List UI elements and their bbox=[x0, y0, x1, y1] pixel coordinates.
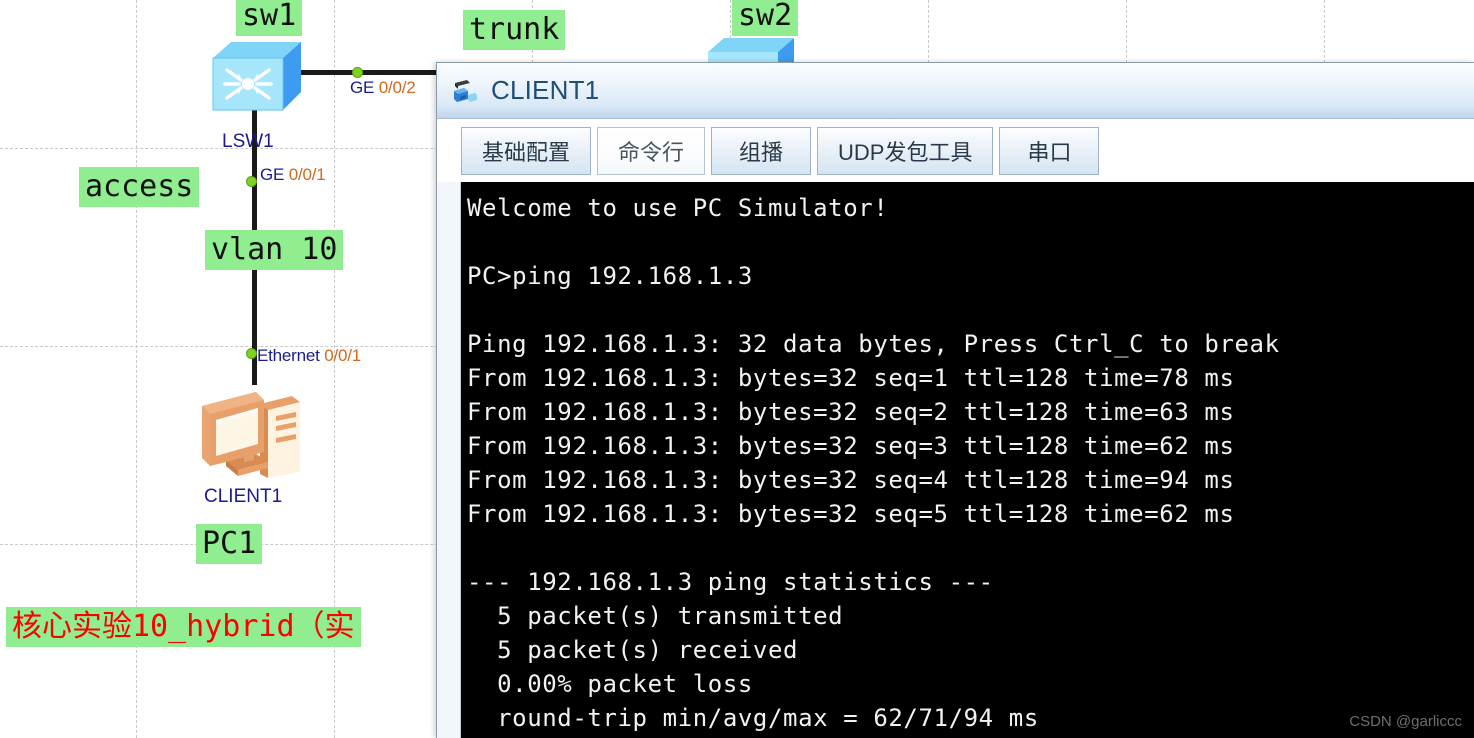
note-sw1[interactable]: sw1 bbox=[236, 0, 303, 36]
screen: GE 0/0/2 GE 0/0/1 Ethernet 0/0/1 LSW1 CL… bbox=[0, 0, 1474, 738]
pc-icon-client1[interactable] bbox=[196, 378, 312, 487]
note-trunk[interactable]: trunk bbox=[463, 10, 566, 50]
terminal-line: Welcome to use PC Simulator! bbox=[467, 194, 889, 222]
port-label-ge-0-0-2: GE 0/0/2 bbox=[350, 78, 416, 97]
terminal-line: 0.00% packet loss bbox=[467, 670, 753, 698]
terminal-line: --- 192.168.1.3 ping statistics --- bbox=[467, 568, 994, 596]
port-dot-ge-0-0-1[interactable] bbox=[246, 176, 257, 187]
terminal-line: From 192.168.1.3: bytes=32 seq=2 ttl=128… bbox=[467, 398, 1235, 426]
tab-strip[interactable]: 基础配置 命令行 组播 UDP发包工具 串口 bbox=[437, 119, 1474, 175]
window-left-gutter bbox=[437, 182, 461, 738]
port-label-ge-0-0-1: GE 0/0/1 bbox=[260, 165, 326, 184]
note-pc1[interactable]: PC1 bbox=[196, 524, 263, 564]
tab-udp-tool[interactable]: UDP发包工具 bbox=[817, 127, 994, 175]
window-titlebar[interactable]: CLIENT1 bbox=[437, 63, 1474, 119]
terminal-line: 5 packet(s) transmitted bbox=[467, 602, 844, 630]
tab-label: 组播 bbox=[739, 140, 784, 165]
terminal-line: round-trip min/avg/max = 62/71/94 ms bbox=[467, 704, 1039, 732]
tab-label: 基础配置 bbox=[482, 140, 571, 165]
pc-simulator-icon bbox=[451, 77, 481, 107]
csdn-watermark: CSDN @garliccc bbox=[1349, 713, 1462, 730]
port-dot-ethernet-0-0-1[interactable] bbox=[246, 348, 257, 359]
note-experiment-title[interactable]: 核心实验10_hybrid（实 bbox=[6, 607, 361, 647]
tab-multicast[interactable]: 组播 bbox=[711, 127, 812, 175]
tab-basic-config[interactable]: 基础配置 bbox=[461, 127, 592, 175]
terminal-line: From 192.168.1.3: bytes=32 seq=4 ttl=128… bbox=[467, 466, 1235, 494]
computer-icon bbox=[202, 392, 300, 478]
terminal-line: From 192.168.1.3: bytes=32 seq=1 ttl=128… bbox=[467, 364, 1235, 392]
client1-window[interactable]: CLIENT1 基础配置 命令行 组播 UDP发包工具 串口 Welcome t… bbox=[436, 62, 1474, 738]
tab-serial-port[interactable]: 串口 bbox=[999, 127, 1100, 175]
terminal-line: From 192.168.1.3: bytes=32 seq=3 ttl=128… bbox=[467, 432, 1235, 460]
terminal-line: 5 packet(s) received bbox=[467, 636, 799, 664]
port-dot-ge-0-0-2[interactable] bbox=[352, 67, 363, 78]
note-vlan10[interactable]: vlan 10 bbox=[205, 230, 344, 270]
tab-label: 串口 bbox=[1027, 140, 1072, 165]
terminal-line: PC>ping 192.168.1.3 bbox=[467, 262, 753, 290]
tab-label: 命令行 bbox=[618, 140, 685, 165]
tab-command-line[interactable]: 命令行 bbox=[597, 127, 706, 175]
window-title: CLIENT1 bbox=[491, 75, 600, 105]
note-sw2[interactable]: sw2 bbox=[732, 0, 799, 36]
terminal-output[interactable]: Welcome to use PC Simulator! PC>ping 192.… bbox=[461, 182, 1474, 738]
port-label-ethernet-0-0-1: Ethernet 0/0/1 bbox=[257, 346, 362, 365]
terminal-line: From 192.168.1.3: bytes=32 seq=5 ttl=128… bbox=[467, 500, 1235, 528]
tab-label: UDP发包工具 bbox=[838, 140, 973, 165]
switch-icon-lsw1[interactable] bbox=[205, 30, 305, 125]
note-access[interactable]: access bbox=[79, 167, 200, 207]
device-label-client1: CLIENT1 bbox=[204, 486, 283, 507]
terminal-line: Ping 192.168.1.3: 32 data bytes, Press C… bbox=[467, 330, 1280, 358]
switch-icon bbox=[212, 42, 301, 111]
device-label-lsw1: LSW1 bbox=[222, 131, 274, 152]
